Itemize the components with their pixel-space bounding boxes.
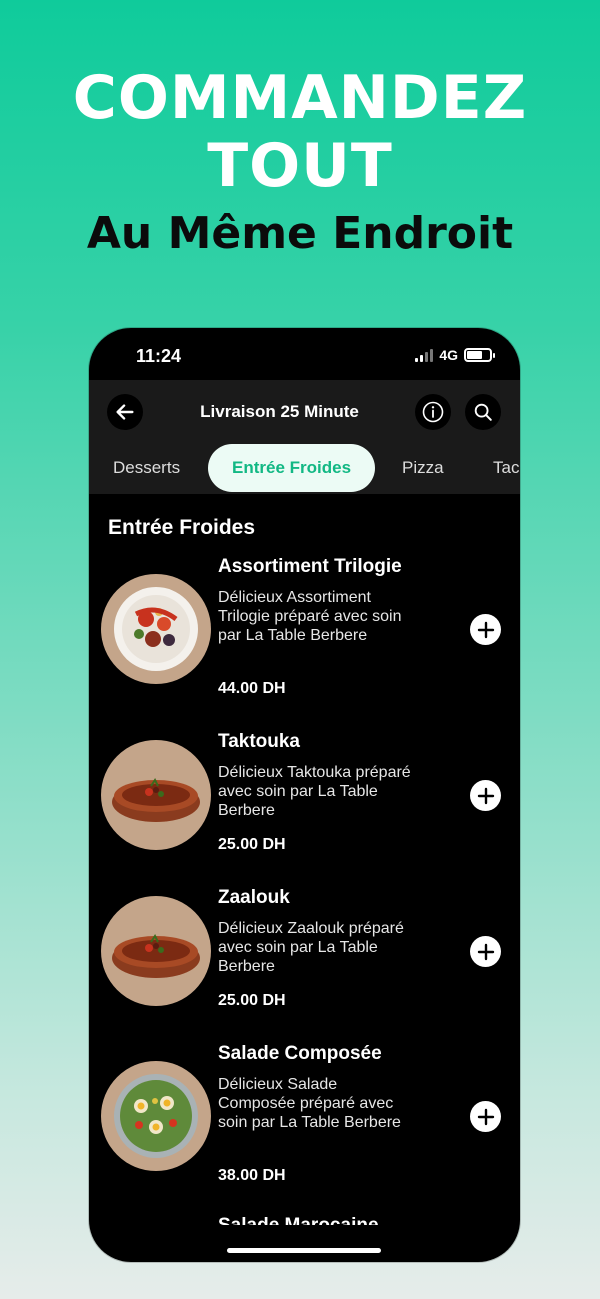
item-price: 38.00 DH [218,1167,286,1184]
add-to-cart-button[interactable] [470,780,501,811]
headline-subtitle: Au Même Endroit [86,208,514,259]
plus-icon [477,787,494,804]
info-icon [422,401,444,423]
arrow-left-icon [116,404,134,420]
tab-pizza[interactable]: Pizza [402,444,444,492]
headline-line-2: TOUT [207,131,393,201]
search-icon [474,403,492,421]
headline-line-1: COMMANDEZ [72,63,528,133]
tab-entree-froides[interactable]: Entrée Froides [208,444,376,492]
search-button[interactable] [465,394,501,430]
category-tabs: Desserts Entrée Froides Pizza Tac [89,444,520,494]
food-image [101,574,211,684]
food-image [101,1061,211,1171]
add-to-cart-button[interactable] [470,1101,501,1132]
item-price: 25.00 DH [218,836,286,853]
add-to-cart-button[interactable] [470,614,501,645]
phone-frame: 11:24 4G Livraison 25 Minute Desserts En… [89,328,520,1262]
battery-icon [464,348,495,362]
food-image [101,740,211,850]
item-description: Délicieux Zaalouk préparé avec soin par … [218,920,404,975]
info-button[interactable] [415,394,451,430]
tab-desserts[interactable]: Desserts [113,444,180,492]
next-item-name-partial: Salade Marocaine [218,1215,379,1225]
section-title: Entrée Froides [108,516,256,539]
top-bar: Livraison 25 Minute [89,380,520,444]
signal-icon [415,348,434,362]
plus-icon [477,621,494,638]
item-description: Délicieux Assortiment Trilogie préparé a… [218,589,402,644]
tab-tacos[interactable]: Tac [493,444,519,492]
item-name: Zaalouk [218,887,290,908]
plus-icon [477,1108,494,1125]
page-title: Livraison 25 Minute [200,402,359,421]
item-name: Assortiment Trilogie [218,556,402,577]
status-indicators: 4G [415,347,495,363]
home-indicator[interactable] [227,1248,381,1253]
item-price: 44.00 DH [218,680,286,697]
item-name: Salade Composée [218,1043,382,1064]
add-to-cart-button[interactable] [470,936,501,967]
item-price: 25.00 DH [218,992,286,1009]
status-time: 11:24 [136,346,182,366]
item-description: Délicieux Taktouka préparé avec soin par… [218,764,411,819]
item-description: Délicieux Salade Composée préparé avec s… [218,1076,401,1131]
status-bar: 11:24 4G [89,328,520,380]
food-image [101,896,211,1006]
back-button[interactable] [107,394,143,430]
item-name: Taktouka [218,731,301,752]
network-type: 4G [439,347,458,363]
plus-icon [477,943,494,960]
headline: COMMANDEZ TOUT Au Même Endroit [0,64,600,264]
